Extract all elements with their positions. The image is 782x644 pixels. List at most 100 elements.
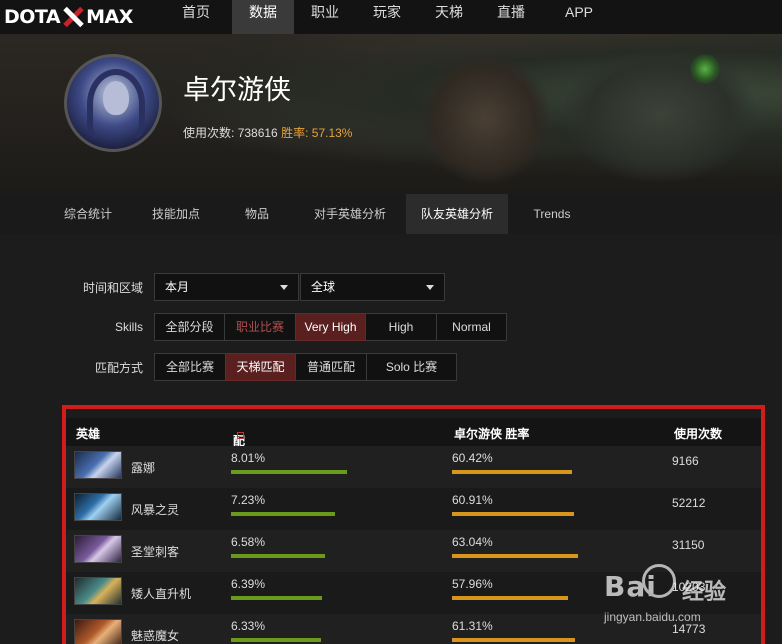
- winrate-value: 60.91%: [452, 493, 493, 507]
- table-row[interactable]: 露娜 8.01% 60.42% 9166: [66, 446, 761, 488]
- time-region-label: 时间和区域: [82, 280, 143, 295]
- table-header: 英雄 配合指数 卓尔游侠 胜率 使用次数: [66, 418, 761, 499]
- subtab-1[interactable]: 技能加点: [132, 194, 220, 234]
- logo-text-right: MAX: [86, 6, 133, 28]
- subtab-0[interactable]: 综合统计: [44, 194, 132, 234]
- banner-art: [560, 44, 760, 184]
- time-select[interactable]: 本月: [154, 273, 299, 301]
- nav-item-6[interactable]: APP: [542, 0, 616, 34]
- match-option-1[interactable]: 天梯匹配: [225, 353, 296, 381]
- winrate-value: 61.31%: [452, 619, 493, 633]
- winrate-bar: [452, 596, 568, 600]
- hero-subtabs: 综合统计 技能加点 物品 对手英雄分析 队友英雄分析 Trends: [0, 194, 782, 234]
- chevron-down-icon: [280, 285, 288, 290]
- nav-item-1[interactable]: 数据: [232, 0, 294, 34]
- subtab-4[interactable]: 队友英雄分析: [406, 194, 508, 234]
- match-label: 匹配方式: [94, 360, 143, 375]
- synergy-value: 7.23%: [231, 493, 266, 507]
- top-navigation: DOTA MAX 首页 数据 职业 玩家 天梯 直播 APP: [0, 0, 782, 34]
- hero-portrait-icon[interactable]: [74, 619, 122, 644]
- time-select-value: 本月: [165, 280, 190, 294]
- match-option-0[interactable]: 全部比赛: [154, 353, 226, 381]
- synergy-bar: [231, 554, 325, 558]
- sort-icon: [237, 432, 244, 439]
- logo-text-left: DOTA: [4, 6, 61, 28]
- hero-portrait-icon[interactable]: [74, 451, 122, 479]
- uses-value: 9166: [672, 454, 699, 468]
- uses-value: 31150: [672, 538, 705, 552]
- hero-avatar: [64, 54, 162, 152]
- region-select-value: 全球: [311, 280, 336, 294]
- baidu-paw-icon: [642, 564, 676, 598]
- winrate-bar: [452, 470, 572, 474]
- skills-segment: 全部分段 职业比赛 Very High High Normal: [154, 313, 507, 341]
- winrate-bar: [452, 638, 575, 642]
- subtab-2[interactable]: 物品: [220, 194, 294, 234]
- nav-item-0[interactable]: 首页: [160, 0, 232, 34]
- winrate-value: 63.04%: [452, 535, 493, 549]
- hero-name-cell[interactable]: 风暴之灵: [131, 501, 179, 518]
- match-segment: 全部比赛 天梯匹配 普通匹配 Solo 比赛: [154, 353, 457, 381]
- avatar-face: [103, 81, 129, 115]
- synergy-bar: [231, 470, 347, 474]
- winrate-label: 胜率:: [281, 126, 309, 140]
- hero-name-cell[interactable]: 魅惑魔女: [131, 627, 179, 644]
- hero-name: 卓尔游侠: [183, 75, 291, 105]
- winrate-value: 57.96%: [452, 577, 493, 591]
- synergy-bar: [231, 512, 335, 516]
- nav-item-3[interactable]: 玩家: [356, 0, 418, 34]
- synergy-value: 6.58%: [231, 535, 266, 549]
- nav-item-2[interactable]: 职业: [294, 0, 356, 34]
- hero-name-cell[interactable]: 矮人直升机: [131, 585, 191, 602]
- col-winrate[interactable]: 卓尔游侠 胜率: [454, 425, 529, 442]
- skills-row: Skills 全部分段 职业比赛 Very High High Normal: [0, 312, 507, 342]
- synergy-value: 6.39%: [231, 577, 266, 591]
- synergy-bar: [231, 596, 322, 600]
- banner-art: [420, 54, 550, 184]
- uses-value: 738616: [237, 126, 278, 140]
- skills-option-2[interactable]: Very High: [295, 313, 366, 341]
- time-region-row: 时间和区域 本月 全球: [0, 272, 445, 302]
- nav-item-5[interactable]: 直播: [480, 0, 542, 34]
- subtab-spacer: [0, 194, 44, 234]
- skills-label: Skills: [114, 320, 143, 334]
- baidu-watermark: Bai 经验 jingyan.baidu.com: [604, 562, 754, 632]
- hero-banner: 卓尔游侠 使用次数: 738616 胜率: 57.13%: [0, 34, 782, 194]
- watermark-url: jingyan.baidu.com: [604, 610, 701, 624]
- subtab-3[interactable]: 对手英雄分析: [294, 194, 406, 234]
- hero-name-cell[interactable]: 圣堂刺客: [131, 543, 179, 560]
- region-select[interactable]: 全球: [300, 273, 445, 301]
- col-uses[interactable]: 使用次数: [674, 425, 722, 442]
- skills-option-0[interactable]: 全部分段: [154, 313, 225, 341]
- match-option-3[interactable]: Solo 比赛: [366, 353, 457, 381]
- winrate-value: 60.42%: [452, 451, 493, 465]
- winrate-bar: [452, 512, 574, 516]
- skills-option-4[interactable]: Normal: [436, 313, 507, 341]
- uses-value: 52212: [672, 496, 706, 510]
- hero-stats: 使用次数: 738616 胜率: 57.13%: [183, 124, 352, 141]
- synergy-value: 6.33%: [231, 619, 266, 633]
- hero-portrait-icon[interactable]: [74, 535, 122, 563]
- hero-name-cell[interactable]: 露娜: [131, 459, 155, 476]
- nav-menu: 首页 数据 职业 玩家 天梯 直播 APP: [160, 0, 616, 34]
- winrate-value: 57.13%: [311, 126, 353, 140]
- banner-art: [690, 54, 720, 84]
- skills-option-3[interactable]: High: [365, 313, 437, 341]
- chevron-down-icon: [426, 285, 434, 290]
- synergy-bar: [231, 638, 321, 642]
- hero-portrait-icon[interactable]: [74, 577, 122, 605]
- hero-portrait-icon[interactable]: [74, 493, 122, 521]
- col-hero[interactable]: 英雄: [76, 425, 100, 442]
- logo-x-icon: [62, 6, 84, 28]
- synergy-value: 8.01%: [231, 451, 266, 465]
- winrate-bar: [452, 554, 578, 558]
- subtab-5[interactable]: Trends: [508, 194, 596, 234]
- match-option-2[interactable]: 普通匹配: [295, 353, 367, 381]
- dotamax-logo[interactable]: DOTA MAX: [0, 0, 160, 34]
- table-row[interactable]: 风暴之灵 7.23% 60.91% 52212: [66, 488, 761, 530]
- uses-label: 使用次数:: [183, 126, 235, 140]
- match-row: 匹配方式 全部比赛 天梯匹配 普通匹配 Solo 比赛: [0, 352, 457, 382]
- nav-item-4[interactable]: 天梯: [418, 0, 480, 34]
- watermark-brand-right: 经验: [682, 580, 727, 605]
- skills-option-1[interactable]: 职业比赛: [224, 313, 296, 341]
